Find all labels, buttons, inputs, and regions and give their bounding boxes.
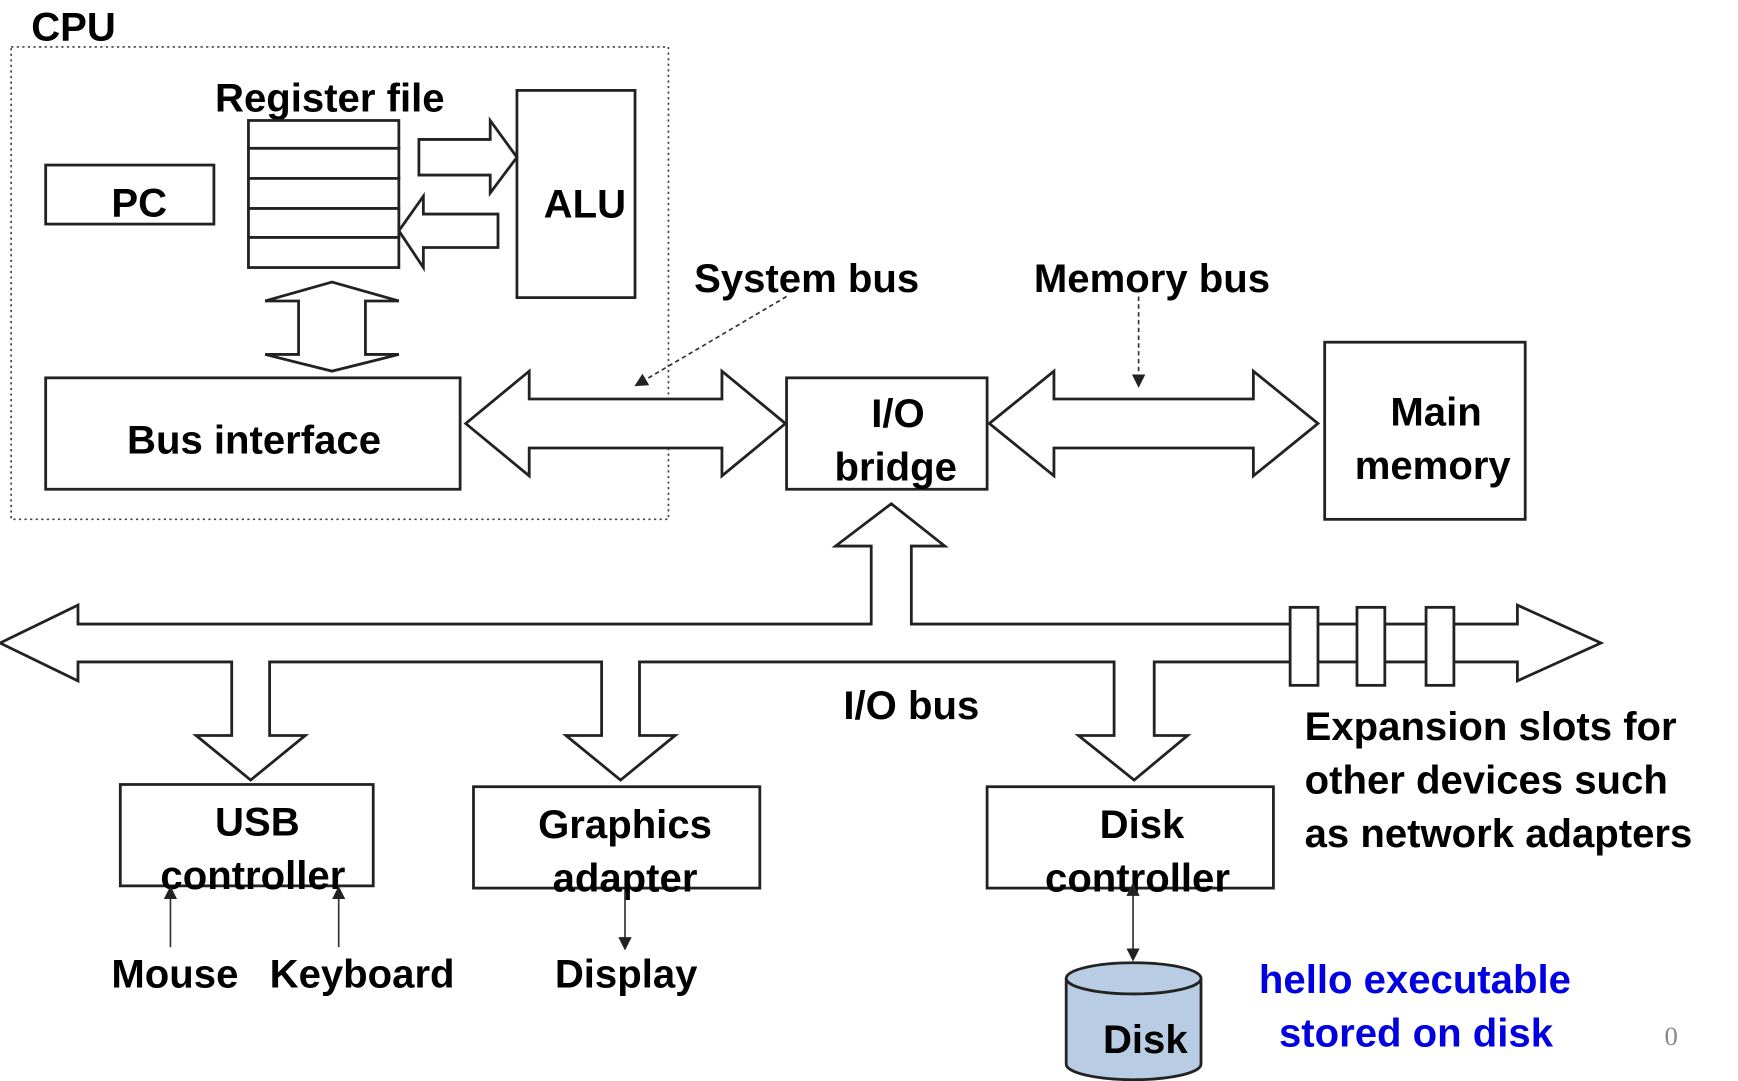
usb-label-1: USB [215, 801, 300, 845]
usb-label-2: controller [160, 854, 345, 898]
bus-interface-label: Bus interface [127, 419, 381, 463]
alu-label: ALU [544, 182, 626, 226]
system-bus-pointer [634, 295, 787, 387]
disk-controller-label-2: controller [1045, 856, 1230, 900]
page-number: 0 [1664, 1021, 1677, 1051]
main-memory-label-2: memory [1355, 444, 1512, 488]
pc-label: PC [111, 181, 167, 225]
expansion-slots [1288, 605, 1456, 687]
disk-label: Disk [1103, 1018, 1188, 1062]
register-file-label: Register file [215, 77, 445, 121]
disk-controller-label-1: Disk [1100, 803, 1185, 847]
hello-label-1: hello executable [1259, 958, 1571, 1002]
computer-architecture-diagram: CPU Register file PC ALU Bus interface S… [0, 5, 1693, 1081]
expansion-label-1: Expansion slots for [1305, 705, 1677, 749]
hello-label-2: stored on disk [1279, 1011, 1554, 1055]
system-bus-label: System bus [694, 257, 919, 301]
graphics-label-1: Graphics [538, 803, 712, 847]
mouse-label: Mouse [111, 952, 238, 996]
memory-bus-arrow [987, 368, 1321, 479]
display-label: Display [555, 952, 698, 996]
register-bus-interface-arrow [264, 280, 400, 373]
expansion-label-3: as network adapters [1305, 812, 1693, 856]
cpu-label: CPU [31, 5, 116, 49]
memory-bus-label: Memory bus [1034, 257, 1270, 301]
io-bridge-label-1: I/O [871, 392, 924, 436]
alu-to-register-arrow [397, 191, 500, 273]
expansion-label-2: other devices such [1305, 758, 1668, 802]
io-bus-label: I/O bus [843, 684, 979, 728]
register-to-alu-arrow [417, 116, 519, 198]
register-file [247, 119, 401, 269]
io-bridge-label-2: bridge [834, 445, 957, 489]
main-memory-label-1: Main [1390, 391, 1481, 435]
system-bus-arrow [463, 368, 788, 479]
keyboard-label: Keyboard [270, 952, 455, 996]
